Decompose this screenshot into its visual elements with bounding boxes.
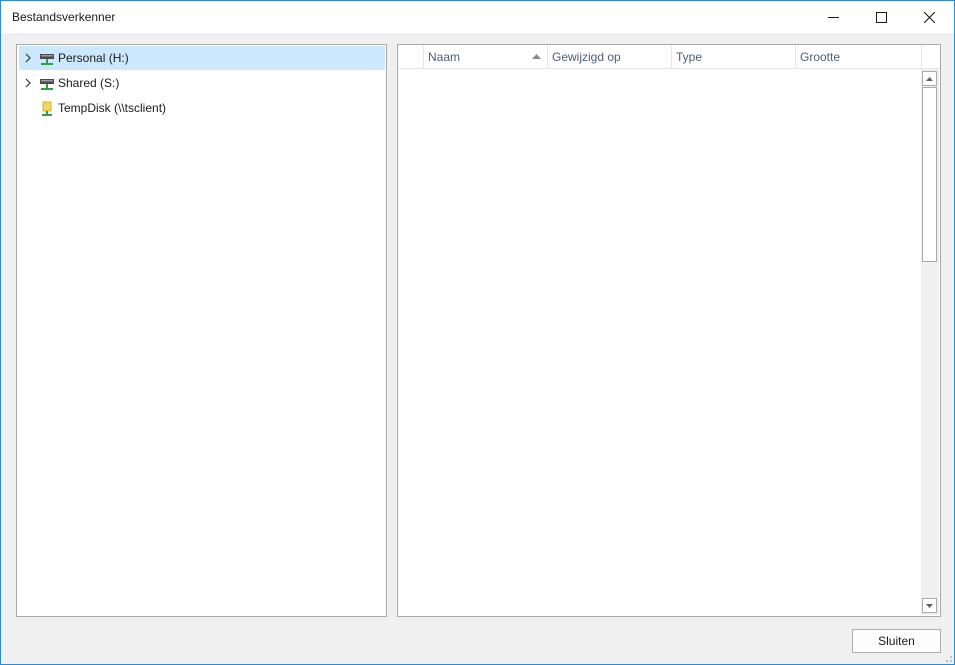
vertical-scrollbar[interactable] [921,69,939,615]
column-header-modified[interactable]: Gewijzigd op [547,45,671,68]
chevron-right-icon[interactable] [23,78,33,88]
arrow-up-icon [926,76,933,81]
tree-item-shared[interactable]: Shared (S:) [19,71,385,95]
scroll-down-button[interactable] [922,598,937,613]
column-header-type[interactable]: Type [671,45,795,68]
scroll-up-button[interactable] [922,71,937,86]
chevron-right-icon[interactable] [23,53,33,63]
column-header-label: Grootte [800,50,841,64]
window-title: Bestandsverkenner [12,10,116,24]
network-drive-icon [40,79,54,90]
resize-grip-icon[interactable] [941,651,953,663]
scroll-thumb[interactable] [922,87,937,262]
tree-item-label: Shared (S:) [58,76,120,90]
network-drive-icon [40,54,54,65]
column-header-name[interactable]: Naam [423,45,547,68]
close-window-button[interactable] [906,1,952,33]
maximize-button[interactable] [858,1,904,33]
title-bar[interactable]: Bestandsverkenner [1,1,954,33]
redirected-drive-icon [42,101,52,116]
tree-item-label: Personal (H:) [58,51,129,65]
column-header-size[interactable]: Grootte [795,45,922,68]
minimize-icon [827,16,839,18]
maximize-icon [875,11,887,23]
sort-ascending-icon [532,54,541,59]
minimize-button[interactable] [810,1,856,33]
tree-item-personal[interactable]: Personal (H:) [19,46,385,70]
column-header-label: Naam [428,50,461,64]
column-header-row: Naam Gewijzigd op Type Grootte [398,45,940,69]
tree-item-tempdisk[interactable]: TempDisk (\\tsclient) [19,96,385,120]
folder-tree[interactable]: Personal (H:) Shared (S:) TempDisk (\\ts… [16,44,387,617]
tree-item-label: TempDisk (\\tsclient) [58,101,167,115]
file-list[interactable]: Naam Gewijzigd op Type Grootte [397,44,941,617]
file-explorer-window: Bestandsverkenner Personal (H:) Shared (… [0,0,955,665]
close-button[interactable]: Sluiten [852,629,941,653]
arrow-down-icon [926,603,933,608]
column-header-label: Gewijzigd op [552,50,621,64]
close-icon [923,11,935,23]
column-header-label: Type [676,50,703,64]
